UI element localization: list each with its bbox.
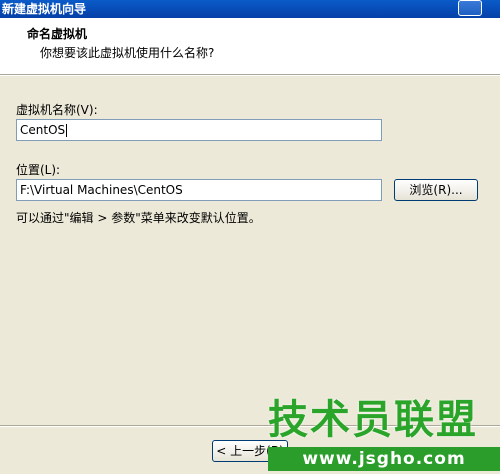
watermark-url: www.jsgho.com [268, 447, 500, 471]
location-hint: 可以通过"编辑 > 参数"菜单来改变默认位置。 [16, 211, 261, 225]
window-title: 新建虚拟机向导 [2, 2, 87, 16]
vm-name-value: CentOS [20, 123, 66, 137]
vm-name-label: 虚拟机名称(V): [16, 103, 98, 117]
location-input[interactable]: F:\Virtual Machines\CentOS [16, 179, 382, 201]
text-caret [66, 124, 68, 137]
window-title-bar: 新建虚拟机向导 [0, 0, 500, 18]
close-button[interactable] [458, 0, 482, 16]
browse-button[interactable]: 浏览(R)... [394, 179, 478, 201]
page-title: 命名虚拟机 [27, 27, 88, 41]
watermark-logo-text: 技术员联盟 [268, 397, 478, 443]
wizard-header: 命名虚拟机 你想要该此虚拟机使用什么名称? [0, 18, 500, 75]
location-value: F:\Virtual Machines\CentOS [20, 183, 183, 197]
header-divider [0, 75, 500, 76]
page-subtitle: 你想要该此虚拟机使用什么名称? [40, 46, 215, 60]
vm-name-input[interactable]: CentOS [16, 119, 382, 141]
location-label: 位置(L): [16, 163, 61, 177]
